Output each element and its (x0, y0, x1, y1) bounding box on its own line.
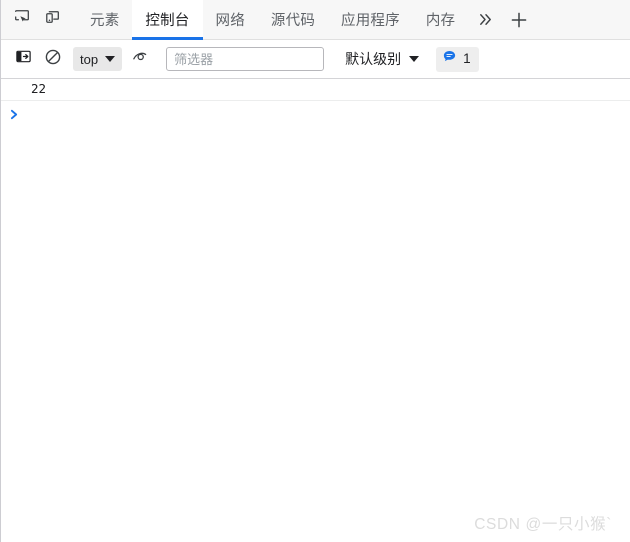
more-tabs-button[interactable] (468, 0, 502, 40)
message-count-label: 1 (463, 51, 471, 67)
chevron-down-icon (409, 56, 420, 62)
console-message-list[interactable]: 22 (1, 79, 630, 542)
speech-bubble-icon (442, 49, 457, 69)
tab-sources-label: 源代码 (270, 13, 316, 29)
tab-sources[interactable]: 源代码 (258, 0, 328, 40)
watermark-text: CSDN @一只小猴` (474, 516, 612, 533)
console-toolbar: top 默认级别 1 (1, 40, 630, 79)
console-message-row[interactable]: 22 (1, 79, 630, 101)
inspect-element-icon (13, 8, 31, 31)
execution-context-selector[interactable]: top (73, 47, 123, 71)
add-tab-button[interactable] (502, 0, 536, 40)
tab-application[interactable]: 应用程序 (328, 0, 413, 40)
log-level-selector[interactable]: 默认级别 (340, 46, 424, 72)
live-expression-eye-icon (131, 47, 150, 71)
chevron-double-right-icon (477, 11, 494, 28)
tab-network-label: 网络 (215, 13, 245, 29)
execution-context-label: top (80, 51, 99, 67)
clear-console-button[interactable] (39, 45, 67, 73)
clear-console-icon (44, 48, 62, 71)
tab-network[interactable]: 网络 (203, 0, 258, 40)
console-sidebar-icon (15, 48, 32, 70)
tab-elements-label: 元素 (90, 13, 120, 29)
tab-memory[interactable]: 内存 (413, 0, 468, 40)
console-sidebar-toggle-button[interactable] (9, 45, 37, 73)
live-expression-button[interactable] (126, 45, 154, 73)
devtools-tabbar: 元素 控制台 网络 源代码 应用程序 内存 (1, 0, 630, 40)
console-message-text: 22 (31, 81, 47, 96)
device-toolbar-icon (43, 8, 61, 31)
tab-elements[interactable]: 元素 (77, 0, 132, 40)
message-count-badge[interactable]: 1 (436, 46, 479, 72)
console-filter-input[interactable] (166, 47, 325, 71)
inspect-element-button[interactable] (7, 5, 37, 35)
console-prompt-input[interactable] (27, 104, 630, 124)
plus-icon (509, 10, 529, 30)
prompt-chevron-icon (1, 108, 27, 121)
log-level-label: 默认级别 (345, 51, 402, 67)
tab-memory-label: 内存 (425, 13, 456, 29)
console-prompt-row[interactable] (1, 101, 630, 127)
tab-application-label: 应用程序 (341, 13, 400, 29)
device-toolbar-button[interactable] (37, 5, 67, 35)
tab-console[interactable]: 控制台 (132, 0, 203, 40)
chevron-down-icon (105, 56, 116, 62)
devtools-panel: 元素 控制台 网络 源代码 应用程序 内存 top 筛选器 默认级别 1 22 … (0, 0, 630, 542)
tab-console-label: 控制台 (145, 13, 190, 29)
